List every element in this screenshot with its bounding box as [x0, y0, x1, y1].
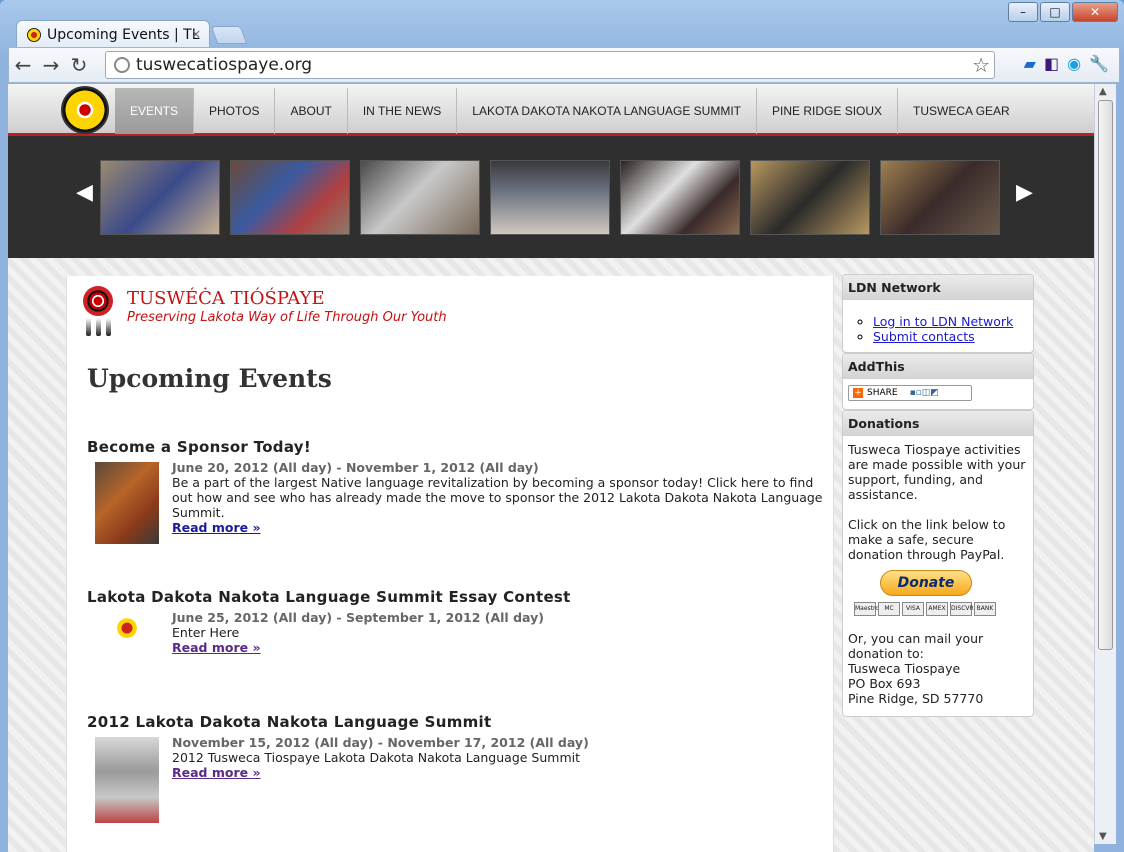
event-image: [95, 612, 159, 658]
maximize-button[interactable]: □: [1040, 2, 1070, 22]
address-name: Tusweca Tiospaye: [848, 661, 961, 676]
nav-events[interactable]: EVENTS: [115, 88, 195, 134]
minimize-button[interactable]: –: [1008, 2, 1038, 22]
event-title[interactable]: Become a Sponsor Today!: [87, 438, 827, 456]
read-more-link[interactable]: Read more »: [172, 640, 261, 655]
ldn-network-heading: LDN Network: [843, 275, 1033, 300]
mail-intro: Or, you can mail your donation to:: [848, 631, 984, 661]
extension-icon[interactable]: ◧: [1044, 54, 1059, 73]
bookmark-star-icon[interactable]: ☆: [972, 53, 990, 77]
read-more-link[interactable]: Read more »: [172, 765, 261, 780]
tab-title: Upcoming Events | TL: [47, 26, 200, 43]
page-title: Upcoming Events: [87, 364, 332, 393]
donations-instructions: Click on the link below to make a safe, …: [848, 517, 1006, 562]
address-city: Pine Ridge, SD 57770: [848, 691, 984, 706]
event-title[interactable]: 2012 Lakota Dakota Nakota Language Summi…: [87, 713, 827, 731]
address-po-box: PO Box 693: [848, 676, 921, 691]
wrench-icon[interactable]: 🔧: [1089, 54, 1109, 73]
donations-intro: Tusweca Tiospaye activities are made pos…: [848, 442, 1026, 502]
event-image: [95, 737, 159, 823]
event-text: Enter Here: [172, 625, 240, 640]
nav-language-summit[interactable]: LAKOTA DAKOTA NAKOTA LANGUAGE SUMMIT: [457, 88, 758, 134]
scroll-up-icon[interactable]: ▲: [1099, 86, 1107, 97]
brand-tagline: Preserving Lakota Way of Life Through Ou…: [127, 310, 447, 325]
browser-window: Upcoming Events | TL × – □ ✕ ← → ↻ tuswe…: [0, 0, 1124, 852]
paypal-donate-button[interactable]: Donate: [880, 570, 972, 596]
event-date: June 25, 2012 (All day) - September 1, 2…: [172, 610, 544, 625]
globe-icon: [114, 57, 130, 73]
site-favicon-icon: [27, 27, 41, 42]
amex-card-icon: AMEX: [926, 602, 948, 616]
slider-photo[interactable]: [100, 160, 220, 235]
payment-card-icons: Maestro MC VISA AMEX DISCVR BANK: [854, 602, 1028, 616]
ldn-login-link[interactable]: Log in to LDN Network: [873, 314, 1013, 329]
share-button[interactable]: + SHARE ▪▫◫◩: [848, 385, 972, 401]
new-tab-button[interactable]: [210, 26, 248, 44]
browser-toolbar: ← → ↻ tuswecatiospaye.org ☆ ▰ ◧ ◉ 🔧: [8, 47, 1120, 83]
event-item: Become a Sponsor Today! June 20, 2012 (A…: [87, 438, 827, 544]
nav-about[interactable]: ABOUT: [275, 88, 348, 134]
plus-icon: +: [853, 388, 863, 398]
brand-logo: [83, 286, 113, 338]
window-controls: – □ ✕: [1008, 2, 1118, 22]
maestro-card-icon: Maestro: [854, 602, 879, 616]
tab-close-icon[interactable]: ×: [191, 27, 201, 41]
close-window-button[interactable]: ✕: [1072, 2, 1118, 22]
slider-photo[interactable]: [750, 160, 870, 235]
event-title[interactable]: Lakota Dakota Nakota Language Summit Ess…: [87, 588, 827, 606]
event-text: Be a part of the largest Native language…: [172, 475, 823, 520]
back-arrow-icon[interactable]: ←: [9, 53, 37, 77]
nav-photos[interactable]: PHOTOS: [194, 88, 276, 134]
slider-photo[interactable]: [880, 160, 1000, 235]
slider-photo[interactable]: [230, 160, 350, 235]
url-text: tuswecatiospaye.org: [136, 55, 313, 75]
event-item: Lakota Dakota Nakota Language Summit Ess…: [87, 588, 827, 658]
slider-photo[interactable]: [620, 160, 740, 235]
event-date: June 20, 2012 (All day) - November 1, 20…: [172, 460, 539, 475]
discover-card-icon: DISCVR: [950, 602, 974, 616]
page-viewport: EVENTS PHOTOS ABOUT IN THE NEWS LAKOTA D…: [8, 84, 1094, 852]
vertical-scrollbar[interactable]: ▲ ▼: [1094, 84, 1116, 844]
nav-pine-ridge-sioux[interactable]: PINE RIDGE SIOUX: [757, 88, 899, 134]
scrollbar-thumb[interactable]: [1098, 100, 1113, 650]
nav-tusweca-gear[interactable]: TUSWECA GEAR: [898, 88, 1025, 134]
reload-icon[interactable]: ↻: [65, 53, 93, 77]
slider-prev-icon[interactable]: ◀: [76, 180, 93, 205]
slider-next-icon[interactable]: ▶: [1016, 180, 1033, 205]
event-image: [95, 462, 159, 544]
address-bar[interactable]: tuswecatiospaye.org ☆: [105, 51, 995, 79]
slider-photo[interactable]: [360, 160, 480, 235]
photo-slider: ◀ ▶: [8, 136, 1094, 258]
browser-tab[interactable]: Upcoming Events | TL ×: [16, 20, 210, 48]
submit-contacts-link[interactable]: Submit contacts: [873, 329, 975, 344]
event-item: 2012 Lakota Dakota Nakota Language Summi…: [87, 713, 827, 823]
ldn-network-block: LDN Network Log in to LDN Network Submit…: [842, 274, 1034, 353]
brand-title[interactable]: TUSWÉĊA TIÓŚPAYE: [127, 288, 325, 309]
main-content: TUSWÉĊA TIÓŚPAYE Preserving Lakota Way o…: [66, 276, 834, 852]
donations-block: Donations Tusweca Tiospaye activities ar…: [842, 410, 1034, 717]
mastercard-icon: MC: [878, 602, 900, 616]
social-icons: ▪▫◫◩: [909, 388, 939, 398]
read-more-link[interactable]: Read more »: [172, 520, 261, 535]
addthis-heading: AddThis: [843, 354, 1033, 379]
scroll-down-icon[interactable]: ▼: [1099, 831, 1107, 842]
nav-in-the-news[interactable]: IN THE NEWS: [348, 88, 458, 134]
extension-icons: ▰ ◧ ◉ 🔧: [1024, 54, 1109, 73]
site-logo[interactable]: [61, 86, 109, 134]
addthis-block: AddThis + SHARE ▪▫◫◩: [842, 353, 1034, 410]
share-label: SHARE: [867, 388, 898, 398]
slider-photo[interactable]: [490, 160, 610, 235]
sidebar: LDN Network Log in to LDN Network Submit…: [842, 274, 1034, 717]
event-text: 2012 Tusweca Tiospaye Lakota Dakota Nako…: [172, 750, 581, 765]
donations-heading: Donations: [843, 411, 1033, 436]
skype-icon[interactable]: ◉: [1067, 54, 1081, 73]
extension-icon[interactable]: ▰: [1024, 54, 1036, 73]
event-date: November 15, 2012 (All day) - November 1…: [172, 735, 589, 750]
visa-card-icon: VISA: [902, 602, 924, 616]
bank-icon: BANK: [974, 602, 996, 616]
forward-arrow-icon[interactable]: →: [37, 53, 65, 77]
site-navigation: EVENTS PHOTOS ABOUT IN THE NEWS LAKOTA D…: [8, 84, 1094, 136]
